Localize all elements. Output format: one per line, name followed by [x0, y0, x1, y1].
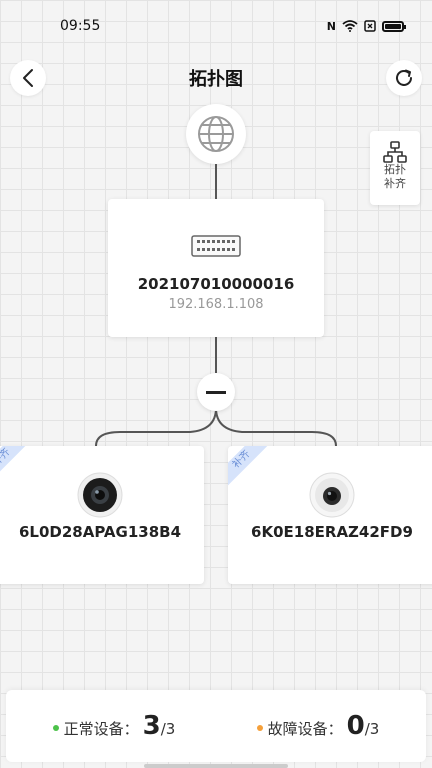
fault-status-dot — [256, 725, 263, 731]
battery-icon — [382, 20, 406, 32]
link-line — [215, 164, 217, 199]
normal-label: 正常设备： — [63, 720, 139, 738]
supplement-tag: 补齐 — [0, 446, 28, 484]
status-time: 09:55 — [60, 18, 101, 34]
page-header: 拓扑图 — [0, 52, 432, 104]
topology-icon — [383, 141, 407, 163]
normal-count: 3 — [142, 711, 161, 741]
camera-icon — [77, 472, 123, 518]
status-icons: N — [326, 19, 406, 33]
switch-node[interactable]: 202107010000016 192.168.1.108 — [108, 199, 324, 337]
normal-total: /3 — [160, 720, 176, 738]
camera-serial: 6L0D28APAG138B4 — [18, 523, 182, 541]
refresh-button[interactable] — [386, 60, 422, 96]
camera-icon — [309, 472, 355, 518]
switch-serial: 202107010000016 — [137, 275, 295, 293]
switch-ip: 192.168.1.108 — [168, 297, 264, 312]
chevron-left-icon — [23, 69, 33, 87]
camera-node[interactable]: 补齐 6K0E18ERAZ42FD9 — [228, 446, 432, 584]
fault-count: 0 — [346, 711, 365, 741]
internet-node[interactable] — [186, 104, 246, 164]
camera-node[interactable]: 补齐 6L0D28APAG138B4 — [0, 446, 204, 584]
globe-icon — [198, 116, 234, 152]
normal-status-dot — [52, 725, 59, 731]
link-line — [215, 337, 217, 373]
device-stats-bar: 正常设备： 3 /3 故障设备： 0 /3 — [6, 690, 426, 762]
wifi-icon — [342, 20, 358, 32]
nfc-icon: N — [326, 19, 336, 33]
align-label-1: 拓扑 — [384, 163, 406, 176]
back-button[interactable] — [10, 60, 46, 96]
home-indicator — [144, 764, 288, 768]
sim-icon — [364, 20, 376, 32]
align-label-2: 补齐 — [384, 177, 406, 190]
topology-align-button[interactable]: 拓扑 补齐 — [370, 131, 420, 205]
fault-label: 故障设备： — [267, 720, 343, 738]
supplement-tag: 补齐 — [228, 446, 268, 486]
normal-devices-stat: 正常设备： 3 /3 — [52, 711, 176, 741]
collapse-button[interactable] — [197, 373, 235, 411]
switch-icon — [191, 235, 241, 257]
status-bar: 09:55 N — [0, 0, 432, 52]
refresh-icon — [396, 69, 412, 86]
fault-total: /3 — [364, 720, 380, 738]
page-title: 拓扑图 — [189, 69, 243, 90]
fault-devices-stat: 故障设备： 0 /3 — [256, 711, 380, 741]
camera-serial: 6K0E18ERAZ42FD9 — [251, 523, 413, 541]
minus-icon — [206, 390, 226, 394]
